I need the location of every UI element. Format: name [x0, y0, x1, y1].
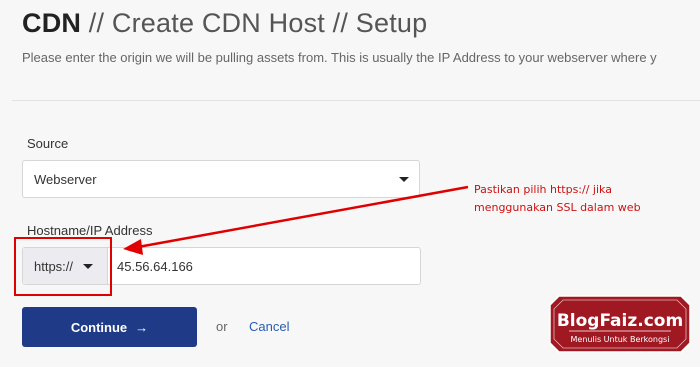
continue-button[interactable]: Continue →	[22, 307, 197, 347]
cancel-link[interactable]: Cancel	[249, 319, 289, 334]
logo-tagline: Menulis Untuk Berkongsi	[571, 335, 670, 344]
logo-name: BlogFaiz.com	[557, 311, 683, 331]
source-select[interactable]: Webserver	[22, 160, 420, 198]
arrow-right-icon: →	[135, 319, 149, 335]
cdn-setup-page: CDN // Create CDN Host // Setup Please e…	[0, 0, 700, 367]
page-subtitle: Please enter the origin we will be pulli…	[22, 50, 657, 65]
page-title-breadcrumb: // Create CDN Host // Setup	[81, 8, 428, 38]
hostname-label: Hostname/IP Address	[27, 223, 153, 238]
source-select-value: Webserver	[34, 172, 97, 187]
or-separator: or	[216, 319, 228, 334]
blogfaiz-logo: BlogFaiz.com Menulis Untuk Berkongsi	[549, 295, 691, 353]
section-divider	[12, 100, 700, 101]
annotation-line-2: menggunakan SSL dalam web	[474, 201, 641, 214]
annotation-line-1: Pastikan pilih https:// jika	[474, 183, 612, 196]
highlight-box-annotation	[14, 237, 112, 296]
source-label: Source	[27, 136, 69, 151]
page-title-brand: CDN	[22, 8, 82, 38]
continue-button-label: Continue	[70, 319, 128, 335]
annotation-note: Pastikan pilih https:// jika menggunakan…	[474, 181, 641, 217]
chevron-down-icon	[399, 177, 409, 182]
page-title: CDN // Create CDN Host // Setup	[22, 8, 427, 39]
hostname-input[interactable]: 45.56.64.166	[117, 259, 193, 274]
